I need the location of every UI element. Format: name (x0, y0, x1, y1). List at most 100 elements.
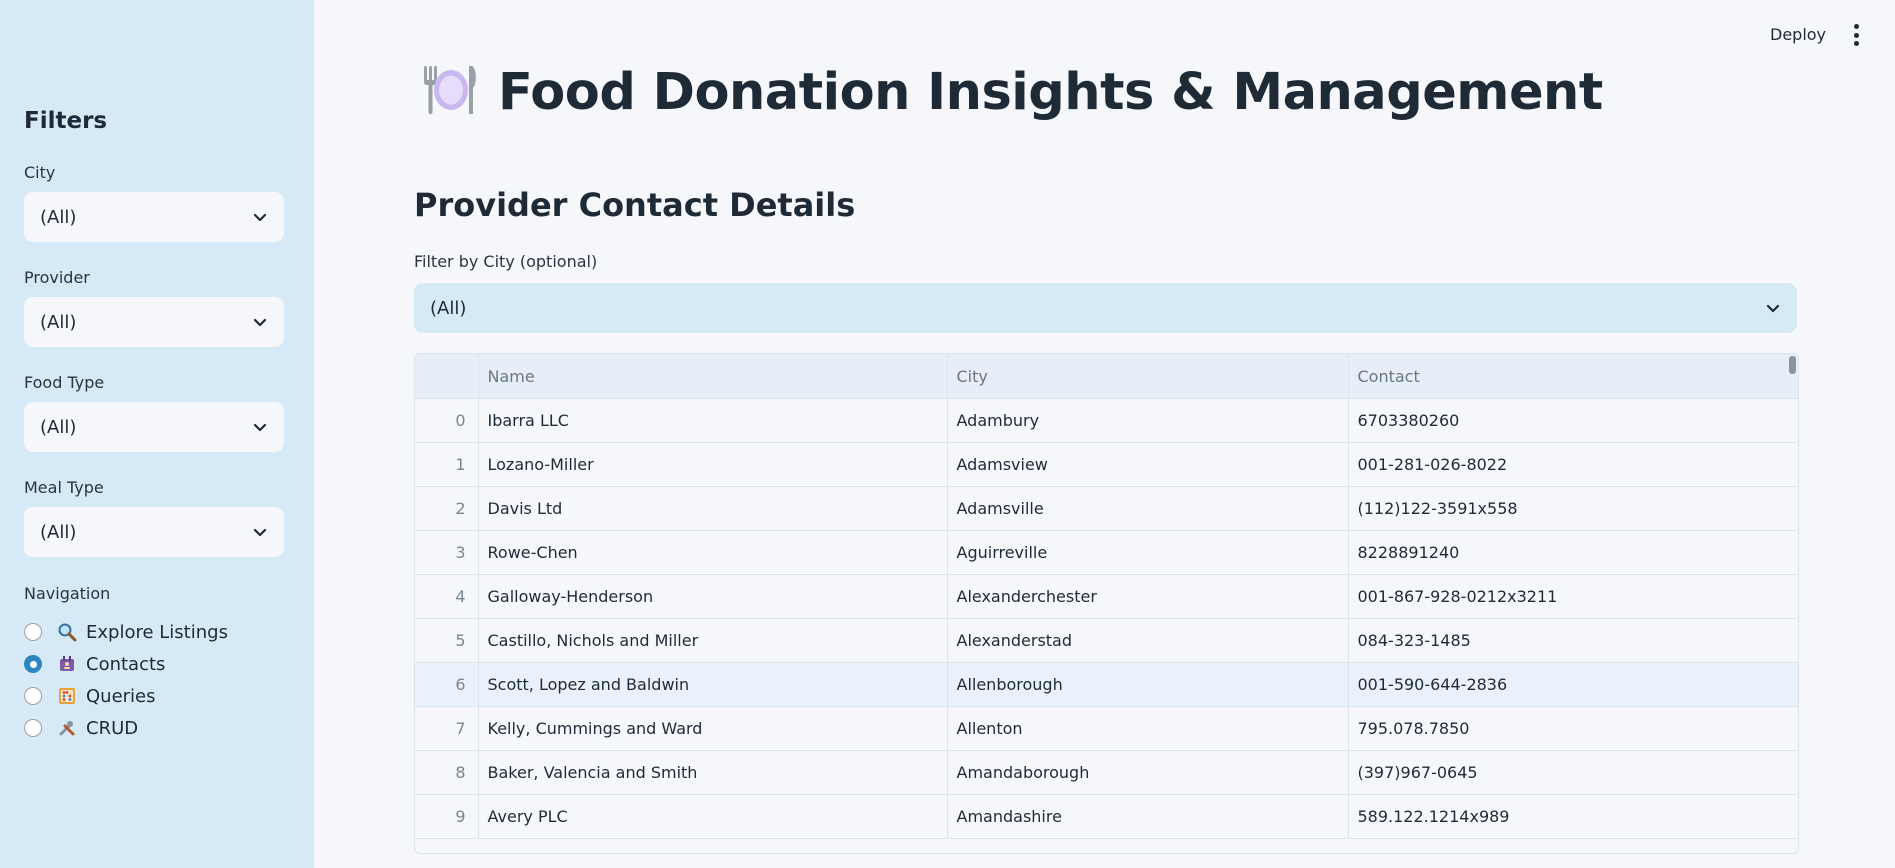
row-index[interactable]: 8 (415, 750, 479, 795)
city-filter-value: (All) (430, 297, 467, 319)
page-title: Food Donation Insights & Management (422, 62, 1603, 122)
magnifier-icon (56, 621, 78, 643)
table-row[interactable]: 3 Rowe-Chen Aguirreville 8228891240 (415, 530, 1798, 575)
name-cell[interactable]: Ibarra LLC (478, 398, 948, 443)
page-title-text: Food Donation Insights & Management (498, 62, 1603, 122)
plate-cutlery-icon (422, 62, 480, 122)
section-title: Provider Contact Details (414, 186, 856, 224)
chevron-down-icon (253, 213, 267, 222)
table-row[interactable]: 5 Castillo, Nichols and Miller Alexanderst… (415, 618, 1798, 663)
radio-button[interactable] (24, 623, 42, 641)
city-cell[interactable]: Aguirreville (947, 530, 1349, 575)
contact-cell[interactable]: 589.122.1214x989 (1348, 794, 1798, 839)
city-select[interactable]: (All) (24, 192, 284, 242)
provider-select[interactable]: (All) (24, 297, 284, 347)
contact-cell[interactable]: (112)122-3591x558 (1348, 486, 1798, 531)
city-cell[interactable]: Allenton (947, 706, 1349, 751)
row-index[interactable]: 7 (415, 706, 479, 751)
name-cell[interactable]: Galloway-Henderson (478, 574, 948, 619)
name-cell[interactable]: Lozano-Miller (478, 442, 948, 487)
more-options-icon[interactable] (1851, 24, 1861, 46)
nav-item-label: Explore Listings (86, 621, 228, 643)
row-index[interactable]: 9 (415, 794, 479, 839)
contact-cell[interactable]: 795.078.7850 (1348, 706, 1798, 751)
contacts-icon (56, 653, 78, 675)
row-index[interactable]: 0 (415, 398, 479, 443)
table-row[interactable]: 0 Ibarra LLC Adambury 6703380260 (415, 398, 1798, 443)
sidebar: Filters City (All) Provider (All) Food T… (0, 0, 314, 868)
food-type-select[interactable]: (All) (24, 402, 284, 452)
city-cell[interactable]: Amandaborough (947, 750, 1349, 795)
contacts-table[interactable]: Name City Contact 0 Ibarra LLC Adambury 670… (414, 353, 1799, 854)
city-cell[interactable]: Adamsville (947, 486, 1349, 531)
contact-cell[interactable]: 084-323-1485 (1348, 618, 1798, 663)
food-type-filter: Food Type (All) (24, 373, 284, 452)
contact-cell[interactable]: 6703380260 (1348, 398, 1798, 443)
navigation-title: Navigation (24, 584, 111, 603)
city-filter-select[interactable]: (All) (414, 283, 1797, 333)
chevron-down-icon (253, 318, 267, 327)
food-type-filter-label: Food Type (24, 373, 105, 392)
table-row[interactable]: 4 Galloway-Henderson Alexanderchester 001-8… (415, 574, 1798, 619)
provider-filter: Provider (All) (24, 268, 284, 347)
navigation-radio-group: Explore Listings Contacts Queries CRUD (24, 616, 228, 744)
provider-select-value: (All) (40, 311, 77, 333)
deploy-button[interactable]: Deploy (1770, 25, 1826, 44)
city-cell[interactable]: Adambury (947, 398, 1349, 443)
provider-filter-label: Provider (24, 268, 90, 287)
city-cell[interactable]: Alexanderchester (947, 574, 1349, 619)
tools-icon (56, 717, 78, 739)
meal-type-select[interactable]: (All) (24, 507, 284, 557)
row-index[interactable]: 6 (415, 662, 479, 707)
contact-cell[interactable]: (397)967-0645 (1348, 750, 1798, 795)
nav-item-queries[interactable]: Queries (24, 680, 228, 712)
contact-cell[interactable]: 8228891240 (1348, 530, 1798, 575)
contact-cell[interactable]: 001-281-026-8022 (1348, 442, 1798, 487)
radio-button[interactable] (24, 719, 42, 737)
table-row[interactable]: 6 Scott, Lopez and Baldwin Allenborough 001… (415, 662, 1798, 707)
meal-type-select-value: (All) (40, 521, 77, 543)
radio-button-selected[interactable] (24, 655, 42, 673)
nav-item-explore-listings[interactable]: Explore Listings (24, 616, 228, 648)
nav-item-crud[interactable]: CRUD (24, 712, 228, 744)
name-cell[interactable]: Castillo, Nichols and Miller (478, 618, 948, 663)
row-index[interactable]: 4 (415, 574, 479, 619)
meal-type-filter-label: Meal Type (24, 478, 104, 497)
name-cell[interactable]: Davis Ltd (478, 486, 948, 531)
chevron-down-icon (1766, 304, 1780, 313)
name-cell[interactable]: Scott, Lopez and Baldwin (478, 662, 948, 707)
chevron-down-icon (253, 423, 267, 432)
table-header-row: Name City Contact (415, 354, 1798, 399)
column-header-city[interactable]: City (947, 354, 1349, 399)
name-cell[interactable]: Baker, Valencia and Smith (478, 750, 948, 795)
city-cell[interactable]: Alexanderstad (947, 618, 1349, 663)
city-select-value: (All) (40, 206, 77, 228)
table-row[interactable]: 8 Baker, Valencia and Smith Amandaborough(… (415, 750, 1798, 795)
table-row[interactable]: 7 Kelly, Cummings and Ward Allenton 795.078… (415, 706, 1798, 751)
table-row[interactable]: 1 Lozano-Miller Adamsview 001-281-026-8022 (415, 442, 1798, 487)
row-index[interactable]: 5 (415, 618, 479, 663)
nav-item-label: Contacts (86, 653, 166, 675)
city-cell[interactable]: Adamsview (947, 442, 1349, 487)
city-cell[interactable]: Allenborough (947, 662, 1349, 707)
food-type-select-value: (All) (40, 416, 77, 438)
row-index[interactable]: 1 (415, 442, 479, 487)
column-header-contact[interactable]: Contact (1348, 354, 1798, 399)
column-header-name[interactable]: Name (478, 354, 948, 399)
nav-item-contacts[interactable]: Contacts (24, 648, 228, 680)
row-index[interactable]: 3 (415, 530, 479, 575)
table-row[interactable]: 9 Avery PLC Amandashire 589.122.1214x989 (415, 794, 1798, 839)
column-header-index[interactable] (415, 354, 479, 399)
name-cell[interactable]: Kelly, Cummings and Ward (478, 706, 948, 751)
name-cell[interactable]: Avery PLC (478, 794, 948, 839)
table-row[interactable]: 2 Davis Ltd Adamsville (112)122-3591x558 (415, 486, 1798, 531)
table-scrollbar[interactable] (1789, 356, 1796, 374)
sidebar-title: Filters (24, 108, 108, 134)
row-index[interactable]: 2 (415, 486, 479, 531)
radio-button[interactable] (24, 687, 42, 705)
contact-cell[interactable]: 001-867-928-0212x3211 (1348, 574, 1798, 619)
contact-cell[interactable]: 001-590-644-2836 (1348, 662, 1798, 707)
name-cell[interactable]: Rowe-Chen (478, 530, 948, 575)
city-cell[interactable]: Amandashire (947, 794, 1349, 839)
nav-item-label: Queries (86, 685, 156, 707)
